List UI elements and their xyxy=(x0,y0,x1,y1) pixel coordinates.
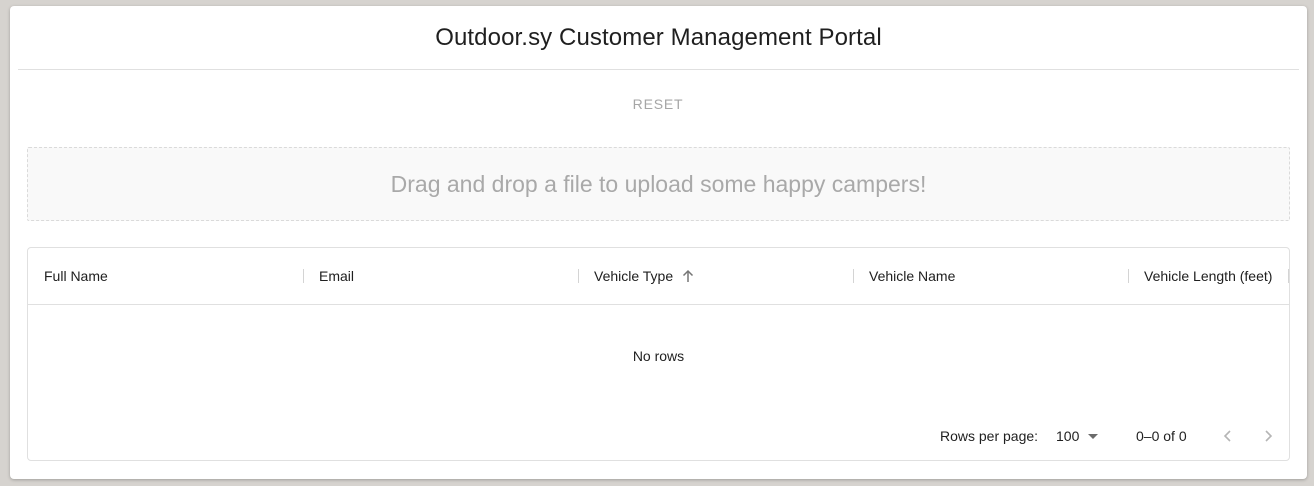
reset-button[interactable]: RESET xyxy=(618,92,698,116)
arrow-up-icon[interactable] xyxy=(681,269,695,283)
column-label: Vehicle Type xyxy=(594,268,674,284)
chevron-right-icon xyxy=(1265,430,1273,442)
rows-per-page-value: 100 xyxy=(1056,428,1080,444)
column-header-vehicle-length[interactable]: Vehicle Length (feet) xyxy=(1144,248,1284,304)
column-separator[interactable] xyxy=(578,269,579,283)
page-title: Outdoor.sy Customer Management Portal xyxy=(435,24,882,51)
column-separator[interactable] xyxy=(853,269,854,283)
dropzone-text: Drag and drop a file to upload some happ… xyxy=(390,170,927,197)
portal-card: Outdoor.sy Customer Management Portal RE… xyxy=(10,6,1307,479)
previous-page-button[interactable] xyxy=(1214,422,1242,450)
column-label: Vehicle Length (feet) xyxy=(1144,268,1273,284)
empty-table-message: No rows xyxy=(632,348,685,364)
column-header-vehicle-type[interactable]: Vehicle Type xyxy=(594,248,849,304)
column-separator[interactable] xyxy=(303,269,304,283)
column-label: Email xyxy=(319,268,355,284)
rows-per-page-label: Rows per page: xyxy=(940,428,1039,444)
table-footer: Rows per page: 100 0–0 of 0 xyxy=(28,410,1289,460)
column-label: Full Name xyxy=(44,268,108,284)
column-separator[interactable] xyxy=(1128,269,1129,283)
column-header-email[interactable]: Email xyxy=(319,248,574,304)
column-header-full-name[interactable]: Full Name xyxy=(44,248,299,304)
file-dropzone[interactable]: Drag and drop a file to upload some happ… xyxy=(27,147,1290,221)
customer-table: Full Name Email Vehicle Type Vehicle Nam… xyxy=(27,247,1290,461)
next-page-button[interactable] xyxy=(1254,422,1282,450)
table-header: Full Name Email Vehicle Type Vehicle Nam… xyxy=(28,248,1289,305)
caret-down-icon xyxy=(1088,433,1099,439)
pagination-range: 0–0 of 0 xyxy=(1136,428,1187,444)
chevron-left-icon xyxy=(1223,430,1231,442)
rows-per-page-select[interactable]: 100 xyxy=(1056,424,1099,448)
column-label: Vehicle Name xyxy=(869,268,956,284)
title-divider xyxy=(18,69,1299,70)
column-separator[interactable] xyxy=(1288,269,1289,283)
column-header-vehicle-name[interactable]: Vehicle Name xyxy=(869,248,1124,304)
